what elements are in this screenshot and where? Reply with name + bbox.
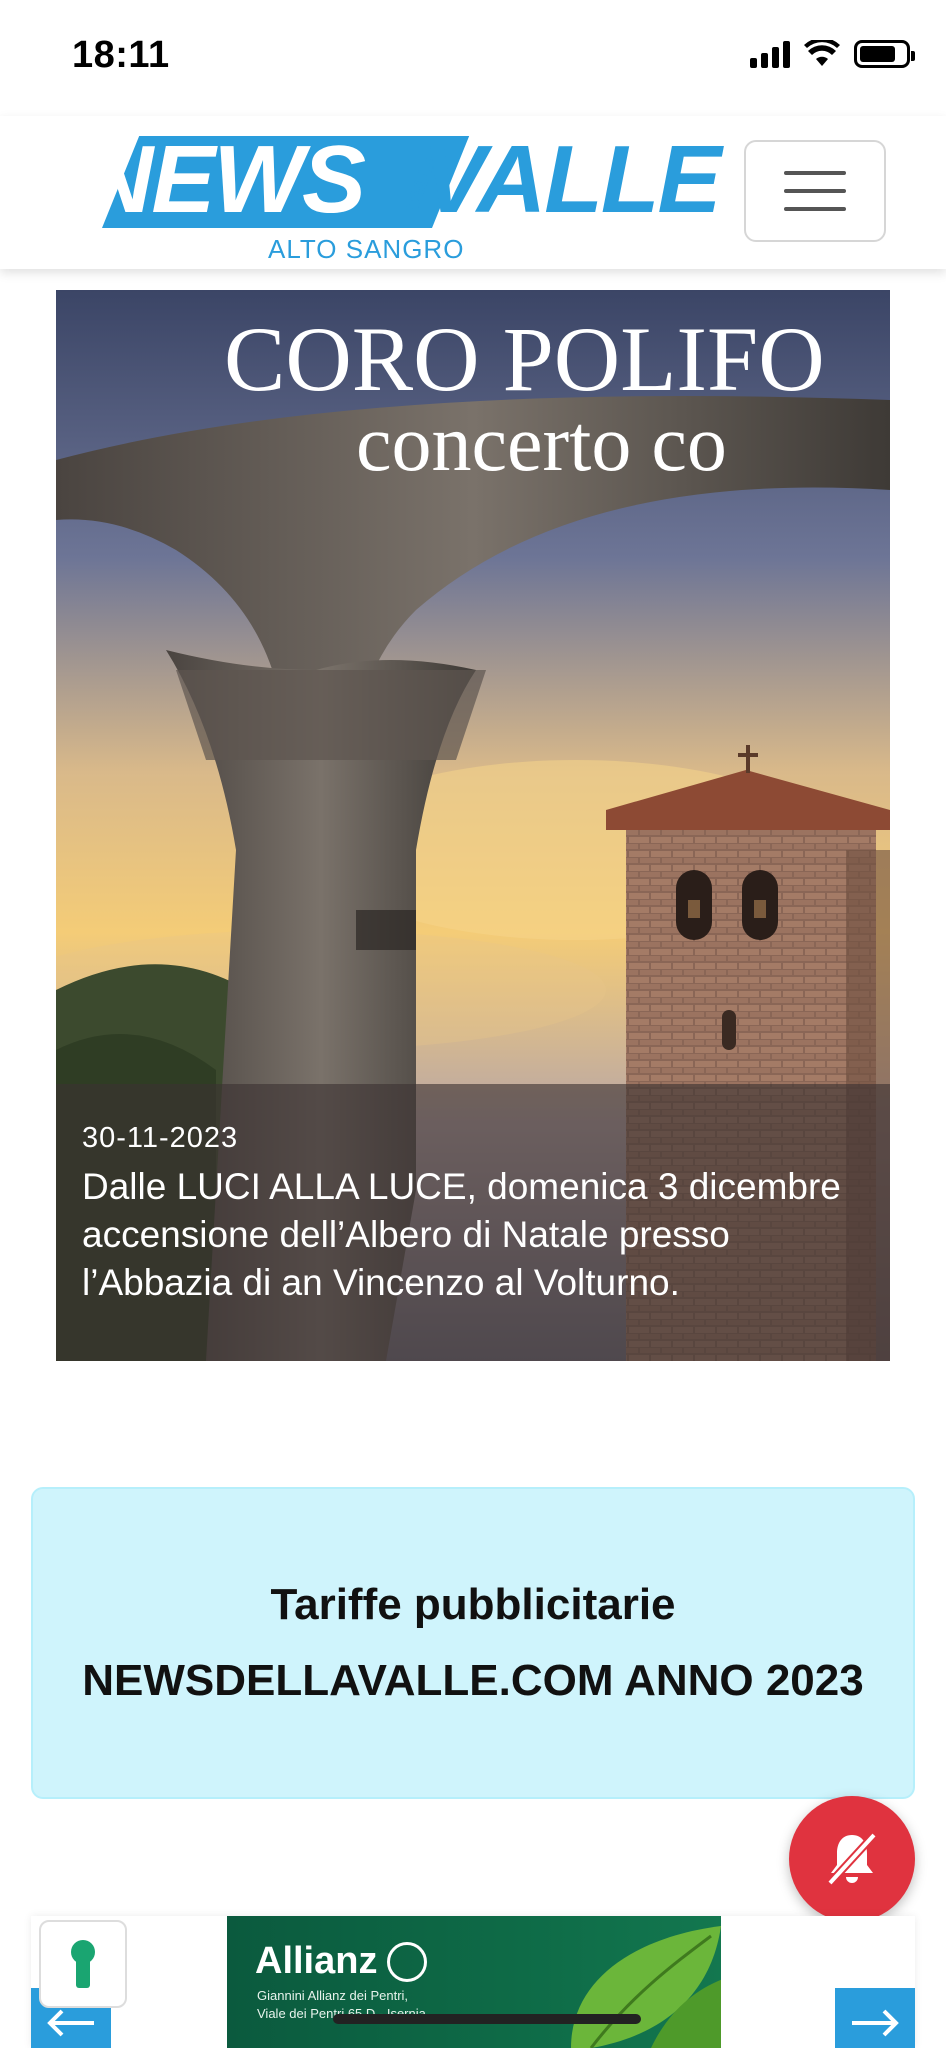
site-header: NEWS DELLA VALLE ALTO SANGRO	[0, 116, 946, 269]
menu-toggle-button[interactable]	[744, 140, 886, 242]
arrow-right-icon	[852, 2009, 899, 2037]
logo-subtitle: ALTO SANGRO	[268, 234, 465, 264]
image-headline-1: CORO POLIFO	[224, 308, 825, 410]
allianz-logo-icon	[387, 1941, 428, 1982]
leaf-image	[571, 1926, 721, 2048]
sponsor-banner[interactable]: Allianz Giannini Allianz dei Pentri, Via…	[227, 1916, 721, 2048]
status-bar: 18:11	[0, 0, 946, 116]
status-time: 18:11	[72, 34, 170, 76]
article-date: 30-11-2023	[82, 1122, 239, 1154]
notification-toggle-button[interactable]	[789, 1796, 915, 1922]
battery-icon	[854, 40, 915, 68]
advertising-rates-text[interactable]: Tariffe pubblicitarie NEWSDELLAVALLE.COM…	[73, 1567, 873, 1719]
cellular-signal-icon	[750, 40, 790, 68]
carousel-next-button[interactable]	[835, 1988, 915, 2048]
logo-news: NEWS	[84, 126, 366, 233]
sponsor-line-1: Giannini Allianz dei Pentri,	[257, 1988, 409, 2003]
featured-article[interactable]: CORO POLIFO concerto co 30-11-2023 Dalle…	[56, 290, 890, 1361]
hamburger-menu-icon	[784, 171, 846, 175]
status-icons	[750, 40, 915, 68]
site-logo[interactable]: NEWS DELLA VALLE ALTO SANGRO	[62, 126, 722, 266]
image-headline-2: concerto co	[356, 400, 727, 488]
arrow-left-icon	[47, 2009, 94, 2037]
privacy-lock-button[interactable]	[39, 1920, 127, 2008]
featured-article-caption: 30-11-2023 Dalle LUCI ALLA LUCE, domenic…	[56, 1084, 890, 1361]
sponsor-brand: Allianz	[255, 1940, 428, 1983]
advertising-rates-box[interactable]: Tariffe pubblicitarie NEWSDELLAVALLE.COM…	[31, 1487, 915, 1799]
sponsor-carousel: Allianz Giannini Allianz dei Pentri, Via…	[31, 1916, 915, 2048]
wifi-icon	[804, 40, 840, 66]
article-title[interactable]: Dalle LUCI ALLA LUCE, domenica 3 dicembr…	[82, 1163, 864, 1307]
keyhole-icon	[71, 1940, 95, 1988]
home-indicator[interactable]	[333, 2014, 641, 2024]
logo-valle: VALLE	[422, 126, 722, 233]
bell-slash-icon	[827, 1832, 877, 1886]
